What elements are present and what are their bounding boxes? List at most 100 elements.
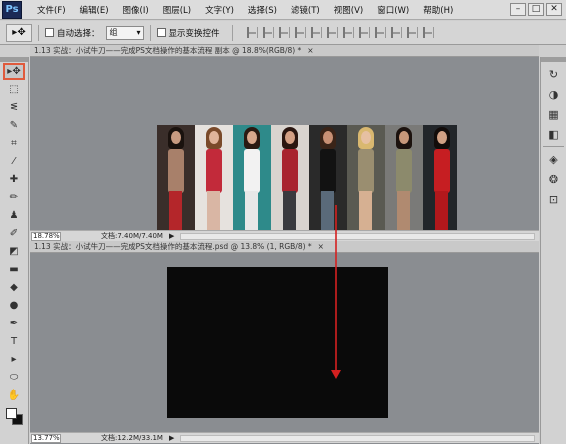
- right-panel-dock: ↻ ◑ ▦ ◧ ◈ ❂ ⊡: [540, 57, 566, 444]
- distribute-hcenter-icon[interactable]: [406, 27, 418, 38]
- hand-tool-icon[interactable]: ✋: [3, 387, 25, 404]
- figure-body: [320, 149, 336, 193]
- align-bottom-icon[interactable]: [278, 27, 290, 38]
- show-transform-checkbox[interactable]: [156, 28, 166, 37]
- channels-panel-icon[interactable]: ❂: [545, 171, 563, 187]
- menu-file[interactable]: 文件(F): [30, 4, 73, 16]
- figure-head: [437, 131, 447, 144]
- tool-list: ▸✥⬚ᓬ✎⌗⁄✚✏♟✐◩▬◆●✒T▸⬭✋⌕: [0, 63, 28, 422]
- figure-head: [171, 131, 181, 144]
- foreground-color[interactable]: [6, 408, 17, 419]
- lasso-tool-icon[interactable]: ᓬ: [3, 99, 25, 116]
- crop-tool-icon[interactable]: ⌗: [3, 135, 25, 152]
- paths-panel-icon[interactable]: ⊡: [545, 191, 563, 207]
- styles-panel-icon[interactable]: ◧: [545, 126, 563, 142]
- figure-body: [434, 149, 450, 193]
- path-select-tool-icon[interactable]: ▸: [3, 351, 25, 368]
- figure-body: [244, 149, 260, 193]
- distribute-right-icon[interactable]: [422, 27, 434, 38]
- type-tool-icon[interactable]: T: [3, 333, 25, 350]
- healing-tool-icon[interactable]: ✚: [3, 171, 25, 188]
- menu-items: 文件(F) 编辑(E) 图像(I) 图层(L) 文字(Y) 选择(S) 滤镜(T…: [30, 4, 460, 16]
- align-left-icon[interactable]: [294, 27, 306, 38]
- eraser-tool-icon[interactable]: ◩: [3, 243, 25, 260]
- menu-bar: Ps 文件(F) 编辑(E) 图像(I) 图层(L) 文字(Y) 选择(S) 滤…: [0, 0, 566, 20]
- menu-help[interactable]: 帮助(H): [416, 4, 460, 16]
- tools-panel: ▸✥⬚ᓬ✎⌗⁄✚✏♟✐◩▬◆●✒T▸⬭✋⌕: [0, 57, 29, 444]
- options-bar: ▸✥ 自动选择： 组 ▾ 显示变换控件: [0, 21, 566, 45]
- status-menu-arrow-icon[interactable]: ▶: [169, 232, 174, 240]
- separator: [38, 24, 39, 41]
- align-hcenter-icon[interactable]: [310, 27, 322, 38]
- doc1-zoom-field[interactable]: 18.78%: [31, 231, 61, 241]
- distribute-left-icon[interactable]: [390, 27, 402, 38]
- menu-layer[interactable]: 图层(L): [156, 4, 198, 16]
- separator: [149, 24, 151, 41]
- doc2-canvas[interactable]: [167, 267, 388, 418]
- figure-body: [396, 149, 412, 193]
- auto-select-dropdown[interactable]: 组 ▾: [105, 25, 144, 40]
- close-icon[interactable]: ×: [318, 242, 324, 251]
- blur-tool-icon[interactable]: ◆: [3, 279, 25, 296]
- doc2-zoom-field[interactable]: 13.77%: [31, 433, 61, 443]
- doc2-horizontal-scrollbar[interactable]: [180, 434, 535, 442]
- history-panel-icon[interactable]: ↻: [545, 66, 563, 82]
- doc1-tab[interactable]: 1.13 实战：小试牛刀——完成PS文档操作的基本流程 副本 @ 18.8%(R…: [30, 45, 539, 57]
- brush-tool-icon[interactable]: ✏: [3, 189, 25, 206]
- menu-filter[interactable]: 滤镜(T): [284, 4, 327, 16]
- doc2-tab[interactable]: 1.13 实战：小试牛刀——完成PS文档操作的基本流程.psd @ 13.8% …: [30, 241, 539, 253]
- status-menu-arrow-icon[interactable]: ▶: [169, 434, 174, 442]
- figure-body: [282, 149, 298, 193]
- dock-header[interactable]: [541, 57, 566, 62]
- photoshop-logo: Ps: [2, 0, 22, 19]
- menu-image[interactable]: 图像(I): [116, 4, 156, 16]
- gradient-tool-icon[interactable]: ▬: [3, 261, 25, 278]
- distribute-vcenter-icon[interactable]: [358, 27, 370, 38]
- marquee-tool-icon[interactable]: ⬚: [3, 81, 25, 98]
- distribute-top-icon[interactable]: [342, 27, 354, 38]
- doc1-doc-size: 文档:7.40M/7.40M: [101, 232, 163, 240]
- figure-head: [247, 131, 257, 144]
- menu-type[interactable]: 文字(Y): [198, 4, 241, 16]
- close-icon[interactable]: ×: [307, 46, 313, 55]
- figure-head: [323, 131, 333, 144]
- menu-select[interactable]: 选择(S): [241, 4, 284, 16]
- align-vcenter-icon[interactable]: [262, 27, 274, 38]
- align-right-icon[interactable]: [326, 27, 338, 38]
- dock-separator: [543, 146, 564, 147]
- separator: [231, 24, 233, 41]
- shape-tool-icon[interactable]: ⬭: [3, 369, 25, 386]
- color-panel-icon[interactable]: ◑: [545, 86, 563, 102]
- figure-body: [206, 149, 222, 193]
- swatches-panel-icon[interactable]: ▦: [545, 106, 563, 122]
- auto-select-checkbox[interactable]: [45, 28, 54, 37]
- quick-select-tool-icon[interactable]: ✎: [3, 117, 25, 134]
- dock-list: ↻ ◑ ▦ ◧ ◈ ❂ ⊡: [541, 66, 566, 207]
- move-tool-icon[interactable]: ▸✥: [3, 63, 25, 80]
- align-buttons: [246, 27, 434, 38]
- history-brush-tool-icon[interactable]: ✐: [3, 225, 25, 242]
- stamp-tool-icon[interactable]: ♟: [3, 207, 25, 224]
- show-transform-label: 显示变换控件: [168, 28, 220, 39]
- document-area: 1.13 实战：小试牛刀——完成PS文档操作的基本流程 副本 @ 18.8%(R…: [30, 45, 539, 444]
- layers-panel-icon[interactable]: ◈: [545, 151, 563, 167]
- minimize-button[interactable]: –: [510, 3, 526, 16]
- menu-edit[interactable]: 编辑(E): [73, 4, 116, 16]
- menu-view[interactable]: 视图(V): [327, 4, 370, 16]
- figure-head: [209, 131, 219, 144]
- tools-panel-header[interactable]: [0, 57, 28, 62]
- doc1-status-bar: 18.78% 文档:7.40M/7.40M ▶: [30, 230, 539, 241]
- dodge-tool-icon[interactable]: ●: [3, 297, 25, 314]
- close-button[interactable]: ✕: [546, 3, 562, 16]
- doc2-status-bar: 13.77% 文档:12.2M/33.1M ▶: [30, 432, 539, 443]
- restore-button[interactable]: □: [528, 3, 544, 16]
- menu-window[interactable]: 窗口(W): [370, 4, 416, 16]
- pen-tool-icon[interactable]: ✒: [3, 315, 25, 332]
- doc2-doc-size: 文档:12.2M/33.1M: [101, 434, 163, 442]
- doc1-horizontal-scrollbar[interactable]: [180, 232, 535, 240]
- tool-preset-picker[interactable]: ▸✥: [6, 23, 32, 42]
- align-top-icon[interactable]: [246, 27, 258, 38]
- eyedropper-tool-icon[interactable]: ⁄: [3, 153, 25, 170]
- figure-head: [361, 131, 371, 144]
- distribute-bottom-icon[interactable]: [374, 27, 386, 38]
